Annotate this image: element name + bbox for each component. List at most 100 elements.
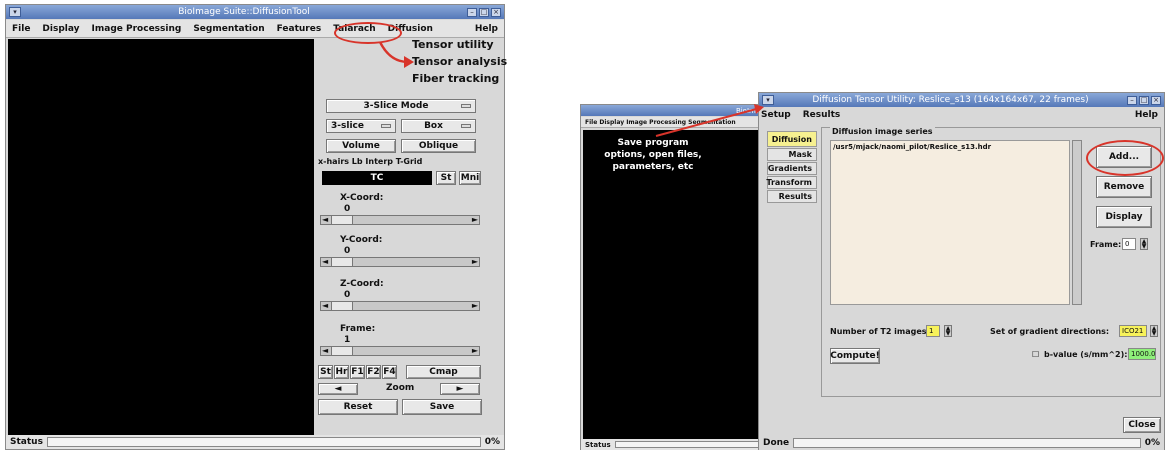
tu-window-title: Diffusion Tensor Utility: Reslice_s13 (1… [812, 95, 1089, 105]
slice-mode-menu[interactable]: 3-Slice Mode [326, 99, 476, 113]
bvalue-label: b-value (s/mm^2): [1044, 350, 1128, 359]
arrow-left-icon[interactable]: ◄ [322, 257, 328, 266]
minimize-icon[interactable]: – [1127, 95, 1137, 105]
save-button[interactable]: Save [402, 399, 482, 415]
f1-button[interactable]: F1 [350, 365, 365, 379]
cmap-button[interactable]: Cmap [406, 365, 481, 379]
y-coord-slider[interactable]: ◄ ► [320, 257, 480, 267]
st-button[interactable]: St [436, 171, 456, 185]
maximize-icon[interactable]: □ [479, 7, 489, 17]
st-button-2[interactable]: St [318, 365, 333, 379]
image-viewer[interactable] [8, 39, 314, 435]
status-percent: 0% [484, 437, 500, 447]
bg-image-viewer [583, 130, 763, 439]
arrow-right-icon[interactable]: ► [472, 346, 478, 355]
window-title: BioImage Suite::DiffusionTool [178, 7, 310, 17]
t2-images-spinner[interactable]: ▲ ▼ [944, 325, 952, 337]
dropdown-indicator-icon [461, 104, 471, 108]
status-label: Status [10, 437, 43, 447]
frame-spinner[interactable]: ▲ ▼ [1140, 238, 1148, 250]
z-coord-slider[interactable]: ◄ ► [320, 301, 480, 311]
slider-knob[interactable] [331, 216, 353, 224]
frame-field[interactable]: 0 [1122, 238, 1136, 250]
oblique-button[interactable]: Oblique [401, 139, 476, 153]
mni-button[interactable]: Mni [459, 171, 481, 185]
menu-features[interactable]: Features [271, 24, 328, 34]
highlight-add-button [1086, 140, 1164, 176]
dropdown-indicator-icon [461, 124, 471, 128]
arrow-right-icon[interactable]: ► [472, 215, 478, 224]
display-checkboxes[interactable]: x-hairs Lb Interp T-Grid [318, 157, 422, 166]
tab-diffusion[interactable]: Diffusion [767, 131, 817, 147]
system-menu-icon[interactable]: ▾ [9, 7, 21, 17]
status-field [46, 437, 481, 447]
close-button[interactable]: Close [1123, 417, 1161, 433]
tab-transform[interactable]: Transform [766, 176, 817, 189]
bvalue-field[interactable]: 1000.0 [1128, 348, 1156, 360]
series-list[interactable]: /usr5/mjack/naomi_pilot/Reslice_s13.hdr [830, 140, 1070, 305]
tab-gradients[interactable]: Gradients [767, 162, 817, 175]
t2-images-field[interactable]: 1 [926, 325, 940, 337]
arrow-right-icon[interactable]: ► [472, 257, 478, 266]
x-coord-value: 0 [344, 204, 351, 214]
close-icon[interactable]: × [491, 7, 501, 17]
series-scrollbar[interactable] [1072, 140, 1082, 305]
box-menu[interactable]: Box [401, 119, 476, 133]
slider-knob[interactable] [331, 302, 353, 310]
frame-slider[interactable]: ◄ ► [320, 346, 480, 356]
box-label: Box [424, 121, 443, 131]
menu-segmentation[interactable]: Segmentation [187, 24, 270, 34]
close-icon[interactable]: × [1151, 95, 1161, 105]
frame-label: Frame: [340, 324, 376, 334]
frame-value: 1 [344, 335, 351, 345]
f4-button[interactable]: F4 [382, 365, 397, 379]
menu-help[interactable]: Help [1129, 110, 1164, 120]
zoom-in-button[interactable]: ► [440, 383, 480, 395]
minimize-icon[interactable]: – [467, 7, 477, 17]
remove-button[interactable]: Remove [1096, 176, 1152, 198]
menu-help[interactable]: Help [469, 24, 504, 34]
slice-mode-label: 3-Slice Mode [363, 101, 429, 111]
slider-knob[interactable] [331, 347, 353, 355]
compute-button[interactable]: Compute! [830, 348, 880, 364]
menu-image-processing[interactable]: Image Processing [86, 24, 188, 34]
menu-results[interactable]: Results [797, 110, 847, 120]
arrow-right-icon[interactable]: ► [472, 301, 478, 310]
zoom-out-button[interactable]: ◄ [318, 383, 358, 395]
z-coord-label: Z-Coord: [340, 279, 384, 289]
tu-status-bar: Done 0% [759, 436, 1164, 450]
slider-knob[interactable] [331, 258, 353, 266]
zoom-label: Zoom [386, 383, 415, 393]
f2-button[interactable]: F2 [366, 365, 381, 379]
reset-button[interactable]: Reset [318, 399, 398, 415]
tu-menu-bar: Setup Results Help [759, 108, 1164, 122]
hr-button[interactable]: Hr [334, 365, 349, 379]
menu-display[interactable]: Display [36, 24, 85, 34]
arrow-left-icon[interactable]: ◄ [322, 215, 328, 224]
tu-title-bar: ▾ Diffusion Tensor Utility: Reslice_s13 … [759, 93, 1164, 107]
tab-mask[interactable]: Mask [767, 148, 817, 161]
series-list-item[interactable]: /usr5/mjack/naomi_pilot/Reslice_s13.hdr [831, 141, 1069, 153]
t2-images-label: Number of T2 images: [830, 327, 930, 336]
gradient-directions-field[interactable]: ICO21 [1119, 325, 1147, 337]
x-coord-slider[interactable]: ◄ ► [320, 215, 480, 225]
arrow-left-icon[interactable]: ◄ [322, 301, 328, 310]
tu-status-field [793, 438, 1141, 448]
view-menu[interactable]: 3-slice [326, 119, 396, 133]
series-group-label: Diffusion image series [830, 127, 935, 136]
z-coord-value: 0 [344, 290, 351, 300]
maximize-icon[interactable]: □ [1139, 95, 1149, 105]
menu-file[interactable]: File [6, 24, 36, 34]
bvalue-checkbox[interactable]: ☐ [1032, 350, 1039, 359]
arrow-left-icon[interactable]: ◄ [322, 346, 328, 355]
status-bar: Status 0% [6, 435, 504, 449]
tc-display: TC [322, 171, 432, 185]
tu-status-label: Done [763, 438, 790, 448]
title-bar: ▾ BioImage Suite::DiffusionTool – □ × [6, 5, 504, 19]
gradient-directions-spinner[interactable]: ▲ ▼ [1150, 325, 1158, 337]
tab-results[interactable]: Results [767, 190, 817, 203]
frame-label: Frame: [1090, 240, 1122, 249]
volume-button[interactable]: Volume [326, 139, 396, 153]
display-button[interactable]: Display [1096, 206, 1152, 228]
bg-status-label: Status [585, 440, 611, 449]
